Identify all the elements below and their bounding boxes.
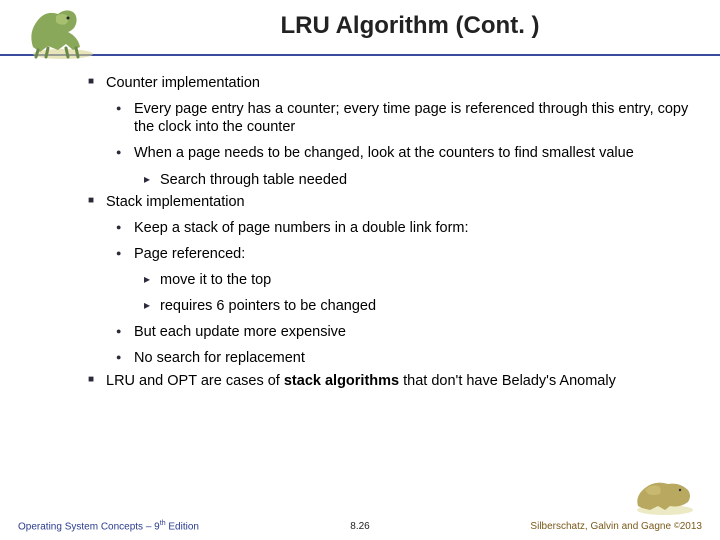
bullet-page-ref: Page referenced: [116,245,690,263]
footer-right-pre: Silberschatz, Galvin and Gagne [530,521,673,532]
footer-left-post: Edition [166,521,199,532]
footer-left-pre: Operating System Concepts – 9 [18,521,160,532]
footer-authors: Silberschatz, Galvin and Gagne ©2013 [530,521,702,532]
bullet-stack-algorithms: LRU and OPT are cases of stack algorithm… [88,372,690,390]
bullet-search-table: Search through table needed [144,171,690,189]
bullet-six-pointers: requires 6 pointers to be changed [144,297,690,315]
bullet-expensive: But each update more expensive [116,323,690,341]
dinosaur-top-illustration [18,2,108,60]
bullet-no-search: No search for replacement [116,349,690,367]
bullet-stack-impl: Stack implementation [88,193,690,211]
slide-footer: Operating System Concepts – 9th Edition … [0,520,720,532]
bullet-counter-desc: Every page entry has a counter; every ti… [116,100,690,136]
footer-right-post: 2013 [680,521,702,532]
slide-header: LRU Algorithm (Cont. ) [0,0,720,56]
bullet-move-top: move it to the top [144,271,690,289]
slide-title: LRU Algorithm (Cont. ) [120,12,700,40]
dinosaur-bottom-illustration [630,468,700,516]
text-bold-stack-algorithms: stack algorithms [284,373,399,389]
bullet-counter-impl: Counter implementation [88,74,690,92]
footer-page-number: 8.26 [350,521,369,532]
bullet-stack-keep: Keep a stack of page numbers in a double… [116,219,690,237]
footer-book-title: Operating System Concepts – 9th Edition [18,520,199,532]
text-pre: LRU and OPT are cases of [106,373,284,389]
bullet-counter-change: When a page needs to be changed, look at… [116,144,690,162]
slide-body: Counter implementation Every page entry … [0,56,720,390]
text-post: that don't have Belady's Anomaly [399,373,616,389]
